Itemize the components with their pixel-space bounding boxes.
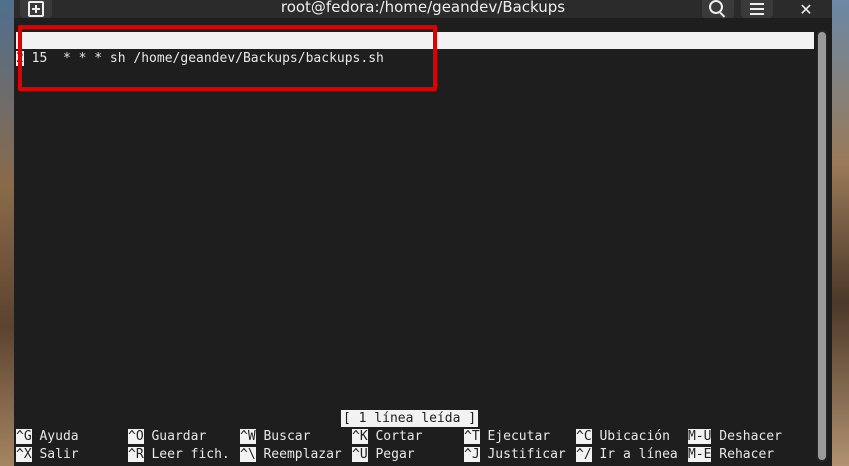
search-button[interactable] xyxy=(702,0,734,18)
close-button[interactable]: ✕ xyxy=(792,0,820,19)
shortcut-label: Leer fich. xyxy=(143,447,230,462)
status-message: [ 1 línea leída ] xyxy=(341,410,479,427)
scrollbar-thumb[interactable] xyxy=(818,32,826,460)
shortcut-ayuda[interactable]: ^G Ayuda xyxy=(16,428,79,446)
shortcut-label: Pegar xyxy=(367,447,415,462)
shortcut-salir[interactable]: ^X Salir xyxy=(16,446,79,464)
search-icon xyxy=(709,0,723,14)
shortcut-label: Reemplazar xyxy=(255,447,342,462)
scrollbar[interactable] xyxy=(817,30,827,462)
shortcut-ubicación[interactable]: ^C Ubicación xyxy=(576,428,670,446)
shortcut-row-2: ^X Salir ^R Leer fich. ^\ Reemplazar ^U Peg… xyxy=(16,446,816,464)
shortcut-key: ^T xyxy=(464,429,480,444)
shortcut-label: Deshacer xyxy=(711,429,782,444)
shortcut-ejecutar[interactable]: ^T Ejecutar xyxy=(464,428,550,446)
shortcut-label: Ubicación xyxy=(591,429,670,444)
shortcut-ir-a-línea[interactable]: ^/ Ir a línea xyxy=(576,446,678,464)
shortcut-pegar[interactable]: ^U Pegar xyxy=(352,446,415,464)
menu-button[interactable] xyxy=(741,0,773,18)
shortcut-label: Ir a línea xyxy=(591,447,678,462)
close-icon: ✕ xyxy=(799,0,813,19)
shortcut-key: ^W xyxy=(240,429,256,444)
title-bar: root@fedora:/home/geandev/Backups ✕ xyxy=(14,0,832,19)
shortcut-label: Ejecutar xyxy=(479,429,551,444)
hamburger-menu-icon xyxy=(750,8,764,10)
shortcut-key: ^J xyxy=(464,447,480,462)
shortcut-key: ^K xyxy=(352,429,368,444)
shortcut-key: M-U xyxy=(688,429,712,444)
shortcut-key: ^/ xyxy=(576,447,592,462)
shortcut-guardar[interactable]: ^O Guardar xyxy=(128,428,206,446)
shortcut-key: ^O xyxy=(128,429,144,444)
desktop-background-right xyxy=(832,0,849,466)
shortcut-reemplazar[interactable]: ^\ Reemplazar xyxy=(240,446,342,464)
shortcut-justificar[interactable]: ^J Justificar xyxy=(464,446,566,464)
shortcut-key: ^C xyxy=(576,429,592,444)
shortcut-key: ^U xyxy=(352,447,368,462)
shortcut-rehacer[interactable]: M-E Rehacer xyxy=(688,446,774,464)
desktop-background-left xyxy=(0,0,14,466)
shortcut-deshacer[interactable]: M-U Deshacer xyxy=(688,428,782,446)
highlight-annotation xyxy=(18,25,437,91)
shortcut-buscar[interactable]: ^W Buscar xyxy=(240,428,310,446)
shortcut-label: Buscar xyxy=(255,429,311,444)
shortcut-label: Rehacer xyxy=(711,447,775,462)
shortcut-key: M-E xyxy=(688,447,712,462)
shortcut-label: Guardar xyxy=(143,429,207,444)
shortcut-label: Cortar xyxy=(367,429,423,444)
shortcut-cortar[interactable]: ^K Cortar xyxy=(352,428,422,446)
shortcut-key: ^G xyxy=(16,429,32,444)
shortcut-key: ^\ xyxy=(240,447,256,462)
shortcut-leer-fich[interactable]: ^R Leer fich. xyxy=(128,446,230,464)
shortcut-bar: ^G Ayuda ^O Guardar ^W Buscar ^K Cortar ^T E… xyxy=(16,428,816,464)
shortcut-label: Ayuda xyxy=(31,429,79,444)
terminal-window: root@fedora:/home/geandev/Backups ✕ GNU … xyxy=(14,0,832,466)
shortcut-row-1: ^G Ayuda ^O Guardar ^W Buscar ^K Cortar ^T E… xyxy=(16,428,816,446)
shortcut-label: Salir xyxy=(31,447,79,462)
shortcut-key: ^R xyxy=(128,447,144,462)
shortcut-key: ^X xyxy=(16,447,32,462)
shortcut-label: Justificar xyxy=(479,447,566,462)
